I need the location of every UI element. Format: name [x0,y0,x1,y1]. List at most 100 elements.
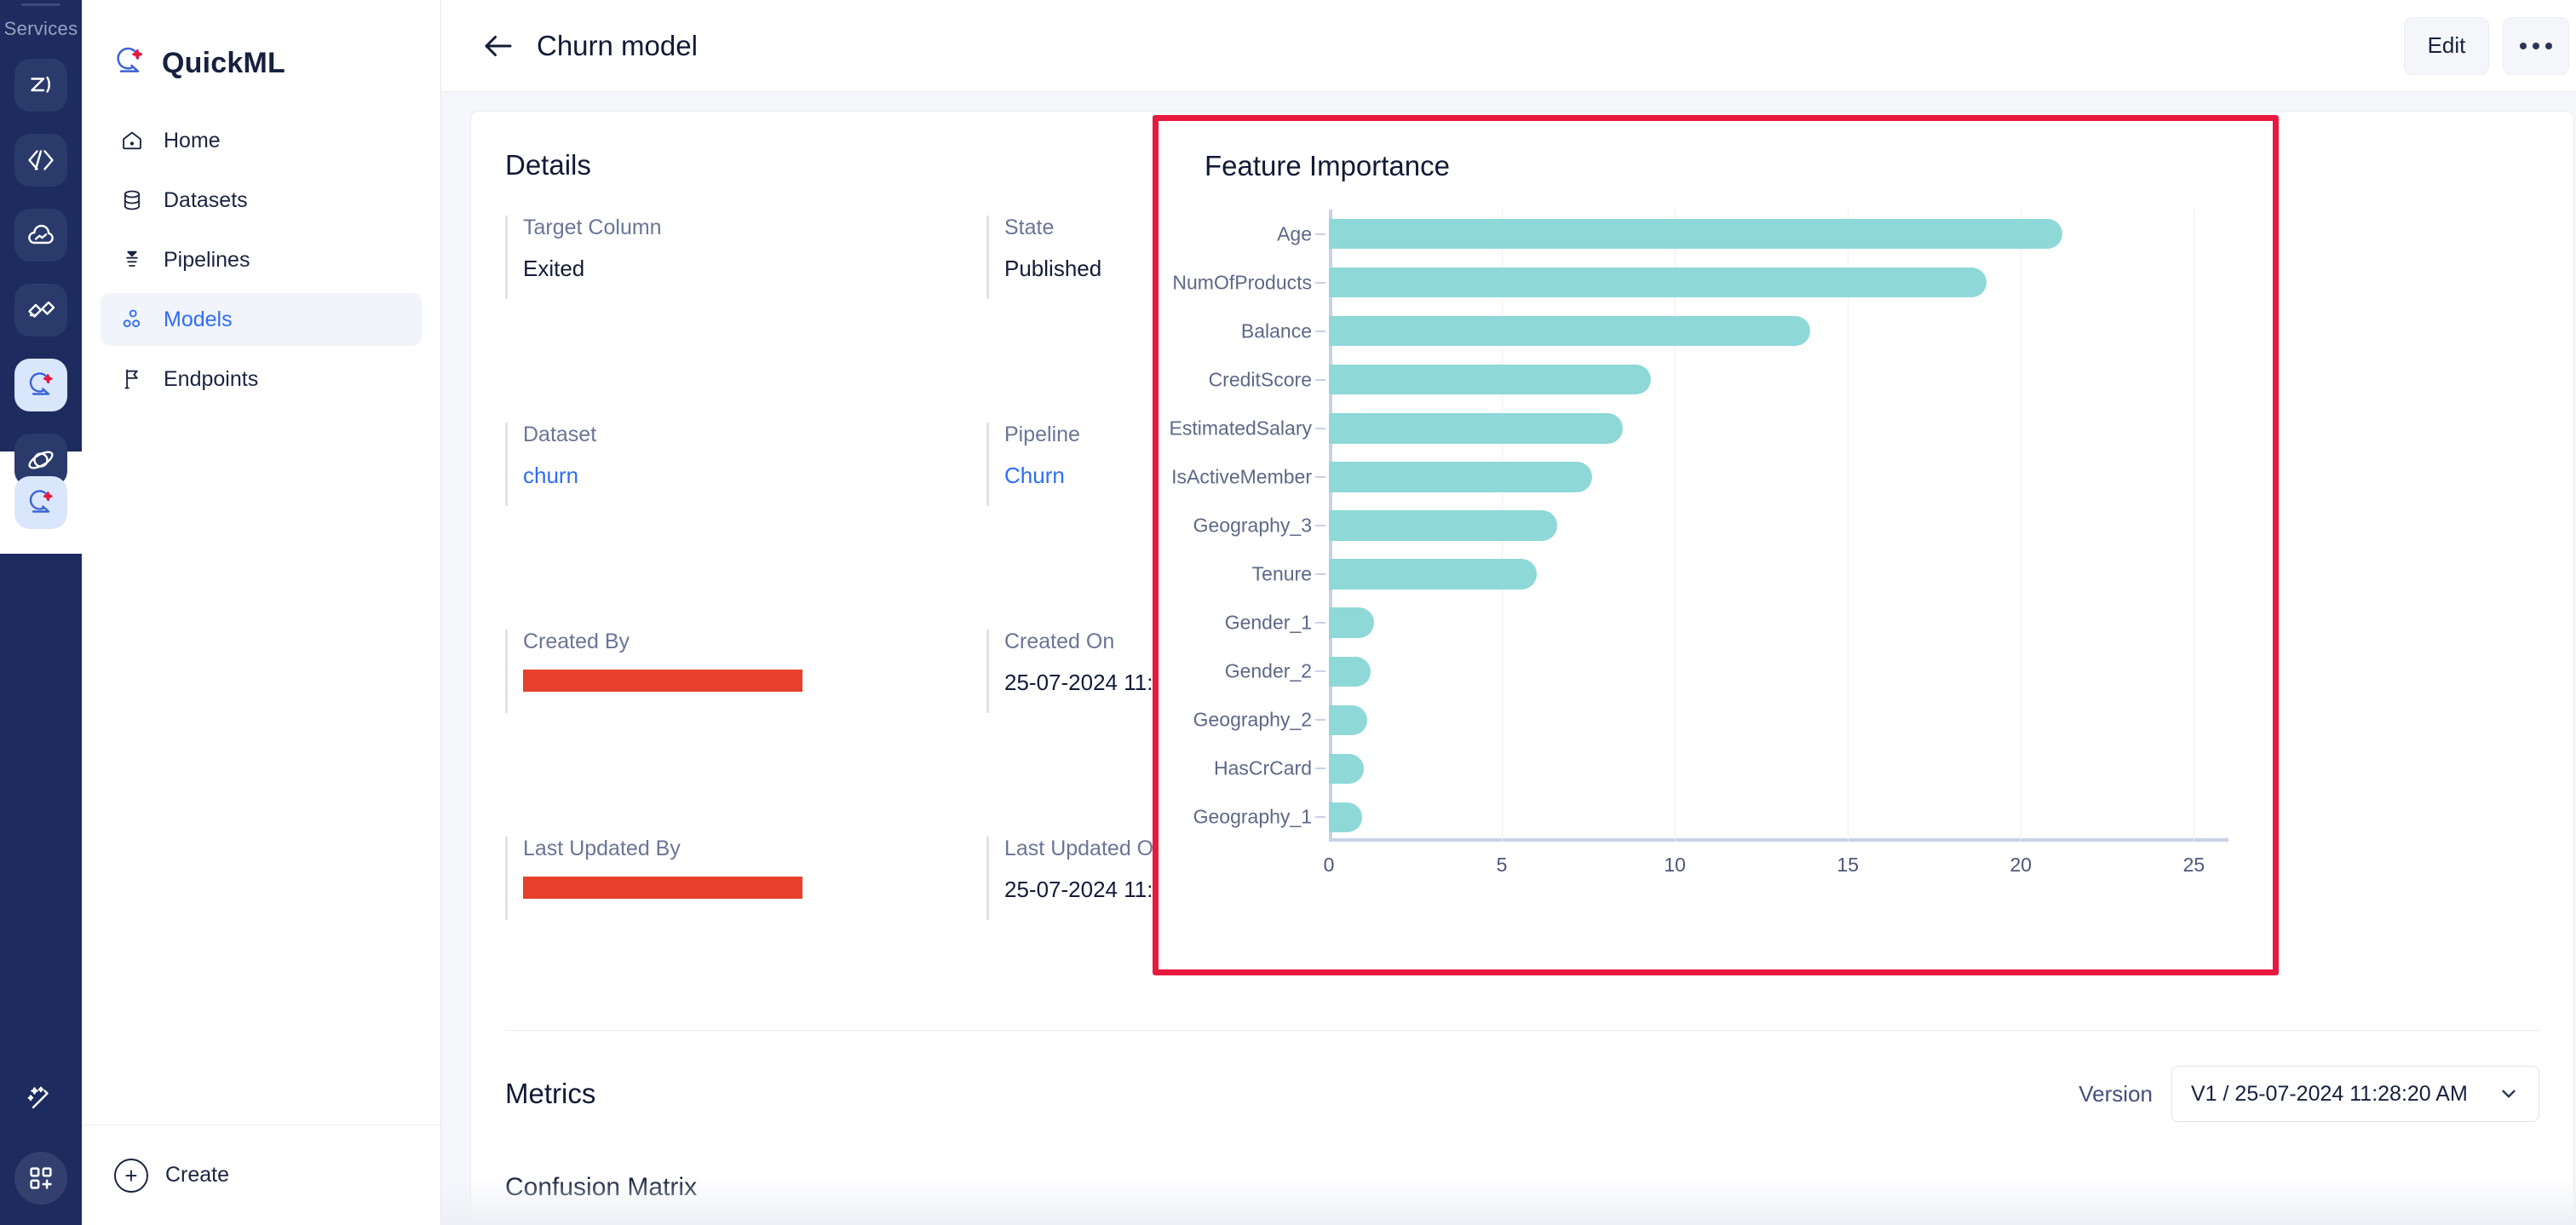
y-axis-tick-label: Gender_1 [1224,611,1312,634]
brand: QuickML [82,0,440,94]
chart-bar[interactable] [1329,656,1371,687]
field-dataset: Dataset churn [505,423,986,506]
y-axis-tick [1315,378,1325,381]
chart-bar[interactable] [1329,218,2063,250]
field-label: Created By [523,630,630,653]
chart-bar-row: Gender_1 [1225,607,2228,638]
field-label: Last Updated By [523,837,681,860]
chart-title: Feature Importance [1205,150,1450,181]
y-axis-tick-label: Age [1277,222,1312,245]
redacted-value: Revathi Gowtham Ravi Ram [523,877,802,903]
chart-bar-row: Age [1277,218,2228,250]
chart-body: Age NumOfProducts Balance CreditScore Estima… [1170,210,2228,876]
chart-bar[interactable] [1329,607,1374,638]
x-axis-tick-label: 5 [1496,854,1508,876]
chart-bar-row: IsActiveMember [1171,462,2228,492]
field-created-by: Created By Revathi Gowtham Ravi Ram [505,630,986,713]
chart-bar[interactable] [1329,705,1367,735]
metrics-header: Metrics Version V1 / 25-07-2024 11:28:20… [505,1066,2539,1122]
y-axis-tick [1315,475,1325,478]
chart-bar[interactable] [1329,802,1362,833]
zia-icon[interactable] [14,59,67,112]
more-horizontal-icon[interactable] [2503,16,2569,75]
chart-bar-row: NumOfProducts [1172,267,2228,298]
cloud-icon[interactable] [14,209,67,262]
sidebar-item-endpoints[interactable]: Endpoints [101,353,422,405]
chart-bar[interactable] [1329,413,1624,444]
header-actions: Edit [2404,16,2569,75]
y-axis-tick-label: Tenure [1251,562,1312,585]
sidebar-nav: Home Datasets Pipelines Models Endpoints [82,114,440,405]
sidebar-item-models[interactable]: Models [101,293,422,346]
y-axis-tick-label: NumOfProducts [1172,271,1312,294]
chart-plot-area: Age NumOfProducts Balance CreditScore Estima… [1170,210,2244,891]
y-axis-tick-label: Gender_2 [1224,659,1312,682]
feature-importance-chart: Feature Importance Age NumOfProducts Balan… [1159,121,2273,969]
chart-bar-row: Gender_2 [1225,656,2228,687]
sidebar-item-label: Home [164,128,221,152]
chart-bar[interactable] [1329,365,1651,395]
y-axis-tick [1315,427,1325,429]
version-select[interactable]: V1 / 25-07-2024 11:28:20 AM [2171,1066,2539,1122]
magic-wand-icon[interactable] [14,1073,67,1126]
left-sidebar: QuickML Home Datasets Pipelines Models E… [82,0,441,1225]
dataset-link[interactable]: churn [523,463,986,489]
scroll-region: Details Target Column Exited State Publi… [441,92,2576,1225]
home-icon [119,128,145,153]
chart-bar-row: Geography_1 [1193,802,2228,833]
y-axis-tick [1315,330,1325,332]
confusion-matrix-title: Confusion Matrix [505,1173,698,1201]
database-icon [119,187,145,213]
chart-bar-row: Balance [1241,315,2228,347]
version-control: Version V1 / 25-07-2024 11:28:20 AM [2079,1066,2539,1122]
quickml-icon[interactable] [14,359,67,411]
create-button[interactable]: + Create [82,1124,440,1225]
y-axis-tick [1315,768,1325,770]
field-label: Dataset [523,423,597,446]
code-icon[interactable] [14,134,67,187]
apps-grid-icon[interactable] [14,1152,67,1205]
chart-bar[interactable] [1329,315,1810,347]
version-label: Version [2079,1080,2153,1107]
redacted-value: Revathi Gowtham Ravi Ram [523,670,802,696]
chart-bar[interactable] [1329,510,1558,541]
chart-bars: Age NumOfProducts Balance CreditScore Estima… [1170,210,2228,842]
x-axis-tick-label: 20 [2010,854,2033,876]
chart-bar[interactable] [1329,462,1592,492]
sidebar-item-home[interactable]: Home [101,114,422,167]
chart-bar-row: Tenure [1252,559,2228,589]
y-axis-tick [1315,233,1325,235]
chevron-down-icon [2498,1083,2520,1105]
sidebar-item-datasets[interactable]: Datasets [101,174,422,227]
y-axis-tick-label: EstimatedSalary [1169,417,1312,440]
chart-bar[interactable] [1329,753,1364,785]
x-axis-tick-label: 25 [2182,854,2205,876]
y-axis-tick-label: Geography_3 [1193,514,1312,537]
services-icon-list [0,59,82,486]
quickml-icon-active[interactable] [14,476,67,529]
funnel-icon [119,247,145,273]
flow-icon[interactable] [14,284,67,336]
models-icon [119,307,145,332]
chart-bar[interactable] [1329,559,1537,589]
chart-bar-row: Geography_3 [1193,510,2228,541]
x-axis-tick-label: 10 [1664,854,1686,876]
y-axis-tick [1315,816,1325,819]
sidebar-item-label: Endpoints [164,366,259,391]
rail-handle [21,3,60,6]
sidebar-item-pipelines[interactable]: Pipelines [101,233,422,286]
page-title: Churn model [537,29,698,61]
services-rail-bottom [0,1073,82,1205]
chart-bar[interactable] [1329,267,1987,298]
y-axis-tick-label: Balance [1240,319,1312,342]
y-axis-tick [1315,524,1325,526]
field-target-column: Target Column Exited [505,216,986,299]
y-axis-tick-label: CreditScore [1208,368,1312,391]
app-window: Services QuickML Home Datasets Pipelines… [0,0,2576,1225]
back-arrow-icon[interactable] [479,26,518,66]
y-axis-tick-label: HasCrCard [1213,756,1312,779]
edit-button[interactable]: Edit [2404,16,2489,75]
quickml-logo-icon [112,44,147,83]
sidebar-item-label: Pipelines [164,247,250,272]
x-axis-tick-label: 0 [1323,854,1335,876]
